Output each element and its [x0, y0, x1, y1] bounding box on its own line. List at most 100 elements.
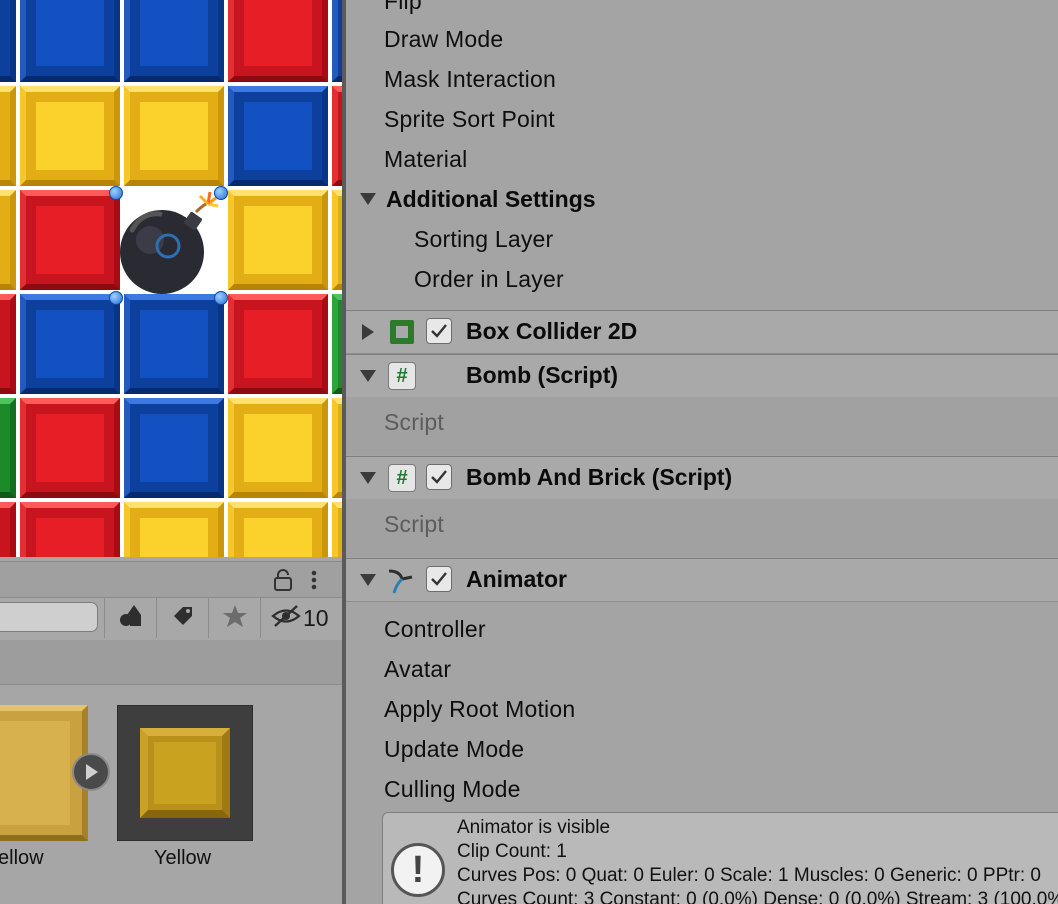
blue-brick-tile[interactable]	[20, 294, 120, 394]
yellow-brick-tile[interactable]	[332, 190, 342, 290]
script-field-label: Script	[384, 511, 444, 537]
hidden-packages-button[interactable]: 10	[260, 598, 342, 638]
red-brick-tile[interactable]	[228, 294, 328, 394]
red-brick-tile[interactable]	[20, 190, 120, 290]
animator-info-box: ! Animator is visible Clip Count: 1 Curv…	[382, 812, 1058, 904]
blue-brick-tile[interactable]	[124, 398, 224, 498]
red-brick-tile[interactable]	[332, 86, 342, 186]
blue-brick-tile[interactable]	[0, 0, 16, 82]
info-line: Animator is visible	[457, 817, 611, 838]
bomb-and-brick-script-header[interactable]: # Bomb And Brick (Script)	[346, 456, 1058, 500]
play-preview-button[interactable]	[72, 753, 110, 791]
asset-label: Yellow	[154, 847, 212, 869]
csharp-script-icon: #	[388, 362, 416, 390]
controller-label: Controller	[384, 616, 486, 642]
bomb-script-foldout[interactable]	[360, 370, 376, 382]
rect-transform-handle[interactable]	[109, 186, 123, 200]
yellow-brick-tile[interactable]	[228, 190, 328, 290]
blue-brick-tile[interactable]	[124, 294, 224, 394]
blue-brick-tile[interactable]	[20, 0, 120, 82]
bomb-and-brick-enabled-checkbox[interactable]	[426, 464, 452, 490]
brick-face	[244, 0, 312, 66]
blue-brick-tile[interactable]	[332, 0, 342, 82]
yellow-brick-tile[interactable]	[228, 502, 328, 557]
brick-face	[36, 518, 104, 557]
brick-face	[140, 310, 208, 378]
brick-face	[140, 102, 208, 170]
sprite-sort-point-label: Sprite Sort Point	[384, 106, 555, 132]
mask-interaction-label: Mask Interaction	[384, 66, 556, 92]
filter-by-label-button[interactable]	[156, 598, 209, 638]
info-line: Curves Pos: 0 Quat: 0 Euler: 0 Scale: 1 …	[457, 865, 1041, 886]
project-panel: 10 ellow Yellow	[0, 557, 342, 904]
filter-by-type-button[interactable]	[104, 598, 157, 638]
red-brick-tile[interactable]	[228, 0, 328, 82]
material-label: Material	[384, 146, 468, 172]
additional-settings-title[interactable]: Additional Settings	[386, 186, 596, 213]
yellow-brick-tile[interactable]	[0, 86, 16, 186]
culling-mode-label: Culling Mode	[384, 776, 521, 802]
rect-transform-handle[interactable]	[214, 291, 228, 305]
bomb-and-brick-foldout[interactable]	[360, 472, 376, 484]
animator-foldout[interactable]	[360, 574, 376, 586]
brick-face	[36, 206, 104, 274]
kebab-menu-icon[interactable]	[308, 568, 320, 598]
project-panel-header	[0, 561, 342, 600]
box-collider-foldout[interactable]	[362, 324, 374, 340]
red-brick-tile[interactable]	[0, 294, 16, 394]
yellow-brick-tile[interactable]	[20, 86, 120, 186]
yellow-brick-tile[interactable]	[0, 190, 16, 290]
additional-settings-foldout[interactable]	[360, 193, 376, 205]
info-line: Clip Count: 1	[457, 841, 567, 862]
info-exclamation-icon: !	[391, 843, 445, 897]
eye-hidden-icon	[271, 604, 301, 633]
blue-brick-tile[interactable]	[228, 86, 328, 186]
brick-face	[140, 0, 208, 66]
brick-face	[244, 206, 312, 274]
asset-label: ellow	[0, 847, 44, 869]
draw-mode-label: Draw Mode	[384, 26, 504, 52]
star-icon	[222, 603, 248, 634]
brick-face	[140, 518, 208, 557]
yellow-brick-tile[interactable]	[332, 502, 342, 557]
yellow-brick-tile[interactable]	[332, 398, 342, 498]
animator-header[interactable]: Animator	[346, 558, 1058, 602]
rect-transform-handle[interactable]	[214, 186, 228, 200]
order-in-layer-label: Order in Layer	[414, 266, 564, 292]
rect-transform-handle[interactable]	[109, 291, 123, 305]
favorites-button[interactable]	[208, 598, 261, 638]
scene-view[interactable]	[0, 0, 342, 557]
hidden-count: 10	[303, 604, 329, 631]
brick-face	[244, 414, 312, 482]
blue-brick-tile[interactable]	[124, 0, 224, 82]
box-collider-2d-header[interactable]: Box Collider 2D	[346, 310, 1058, 354]
bomb-and-brick-script-field-row: Script	[346, 499, 1058, 557]
brick-face	[244, 518, 312, 557]
project-toolbar: 10	[0, 597, 342, 641]
box-collider-enabled-checkbox[interactable]	[426, 318, 452, 344]
yellow-brick-tile[interactable]	[124, 86, 224, 186]
red-brick-tile[interactable]	[0, 502, 16, 557]
brick-face	[140, 414, 208, 482]
brick-face	[36, 310, 104, 378]
yellow-brick-tile[interactable]	[124, 502, 224, 557]
red-brick-tile[interactable]	[20, 502, 120, 557]
brick-face	[244, 310, 312, 378]
bomb-script-header[interactable]: # Bomb (Script)	[346, 354, 1058, 398]
asset-thumbnail-yellow[interactable]	[117, 705, 253, 841]
animator-enabled-checkbox[interactable]	[426, 566, 452, 592]
sorting-layer-label: Sorting Layer	[414, 226, 554, 252]
bomb-script-title: Bomb (Script)	[466, 362, 619, 388]
inspector-panel: Flip Draw Mode Mask Interaction Sprite S…	[346, 0, 1058, 904]
csharp-script-icon: #	[388, 464, 416, 492]
green-brick-tile[interactable]	[0, 398, 16, 498]
red-brick-tile[interactable]	[20, 398, 120, 498]
flip-label: Flip	[384, 0, 422, 14]
green-brick-tile[interactable]	[332, 294, 342, 394]
bomb-icon[interactable]	[112, 190, 224, 302]
yellow-brick-tile[interactable]	[228, 398, 328, 498]
apply-root-motion-label: Apply Root Motion	[384, 696, 576, 722]
lock-icon[interactable]	[272, 568, 294, 598]
search-input[interactable]	[0, 602, 98, 632]
box-collider-icon	[390, 320, 414, 344]
